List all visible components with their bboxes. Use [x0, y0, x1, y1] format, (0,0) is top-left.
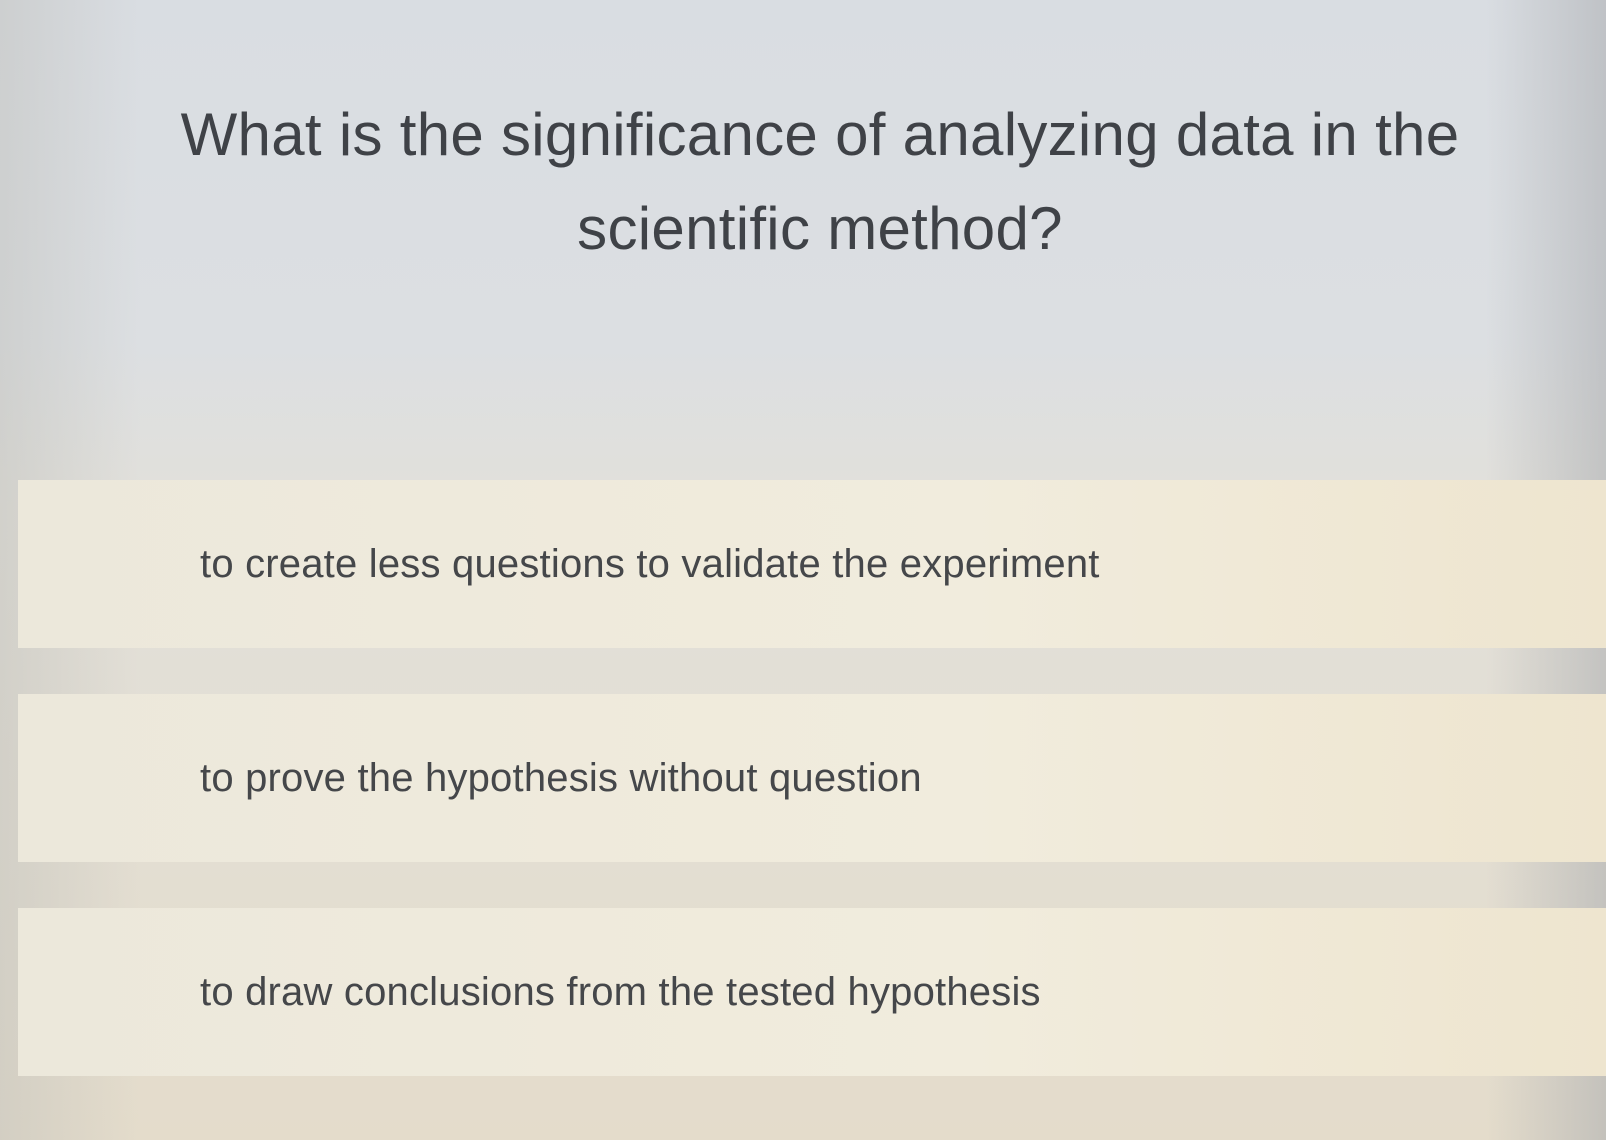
answer-choice-3[interactable]: to draw conclusions from the tested hypo… [18, 908, 1606, 1076]
answer-choices: to create less questions to validate the… [18, 480, 1606, 1076]
answer-choice-label: to prove the hypothesis without question [200, 756, 922, 800]
question-text: What is the significance of analyzing da… [130, 88, 1510, 276]
answer-choice-label: to draw conclusions from the tested hypo… [200, 970, 1041, 1014]
answer-choice-label: to create less questions to validate the… [200, 542, 1100, 586]
question-line-1: What is the significance of analyzing da… [180, 101, 1460, 168]
answer-choice-1[interactable]: to create less questions to validate the… [18, 480, 1606, 648]
question-line-2: scientific method? [577, 195, 1063, 262]
answer-choice-2[interactable]: to prove the hypothesis without question [18, 694, 1606, 862]
